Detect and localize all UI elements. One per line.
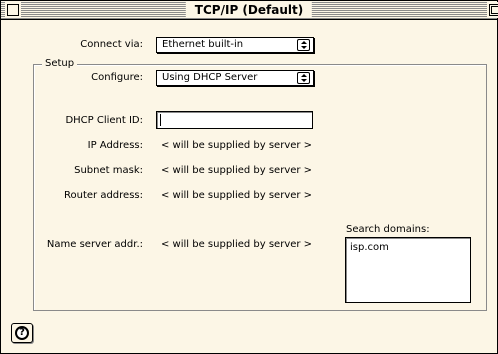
configure-popup[interactable]: Using DHCP Server [156, 70, 314, 86]
help-icon: ? [15, 326, 29, 340]
text-caret [160, 114, 161, 126]
search-domains-value: isp.com [350, 242, 389, 253]
name-server-label: Name server addr.: [46, 239, 143, 250]
ip-address-label: IP Address: [87, 140, 143, 151]
tcpip-window: TCP/IP (Default) Connect via: Ethernet b… [0, 0, 498, 354]
ip-address-value: < will be supplied by server > [161, 140, 313, 151]
subnet-mask-label: Subnet mask: [74, 165, 143, 176]
search-domains-label: Search domains: [346, 224, 430, 235]
title-bar[interactable]: TCP/IP (Default) [1, 1, 498, 20]
configure-value: Using DHCP Server [162, 72, 258, 83]
help-button[interactable]: ? [11, 323, 33, 343]
router-address-label: Router address: [64, 190, 143, 201]
dhcp-client-id-field[interactable] [156, 111, 313, 129]
router-address-value: < will be supplied by server > [161, 190, 313, 201]
zoom-box-icon[interactable] [489, 4, 498, 16]
configure-label: Configure: [91, 72, 143, 83]
popup-arrows-icon [297, 72, 310, 84]
popup-arrows-icon [297, 39, 310, 51]
name-server-value: < will be supplied by server > [161, 239, 313, 250]
connect-via-value: Ethernet built-in [162, 39, 244, 50]
window-title: TCP/IP (Default) [185, 2, 313, 18]
subnet-mask-value: < will be supplied by server > [161, 165, 313, 176]
setup-legend: Setup [42, 58, 78, 70]
dhcp-client-id-label: DHCP Client ID: [65, 115, 143, 126]
search-domains-field[interactable]: isp.com [345, 237, 471, 303]
connect-via-popup[interactable]: Ethernet built-in [156, 37, 314, 53]
connect-via-label: Connect via: [80, 39, 143, 50]
close-box-icon[interactable] [7, 4, 19, 16]
